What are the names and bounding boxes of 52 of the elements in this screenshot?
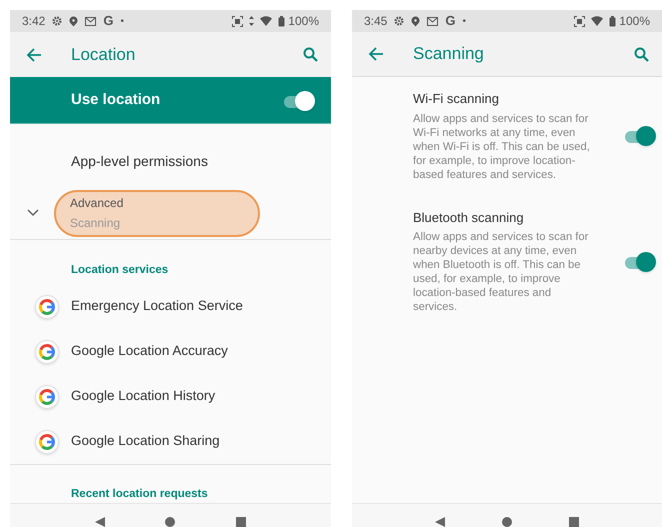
gear-icon	[394, 16, 404, 26]
search-icon[interactable]	[634, 46, 649, 62]
settings-row[interactable]: App-level permissions	[10, 135, 331, 187]
status-letter: G	[445, 12, 456, 30]
recents-square-icon[interactable]	[568, 517, 579, 527]
battery-icon	[609, 16, 616, 26]
master-switch-bar[interactable]: Use location	[10, 77, 331, 124]
service-row[interactable]: Emergency Location Service	[10, 284, 331, 329]
google-logo-icon	[35, 430, 59, 454]
status-dot: •	[120, 14, 124, 28]
service-row[interactable]: Google Location Accuracy	[10, 329, 331, 374]
settings-row[interactable]: Wi-Fi scanning Allow apps and services to scan for Wi-Fi networks at any time, even when Wi-Fi is off. This can be used, for example, to improve location-based features and services.	[352, 89, 662, 182]
master-switch-label: Use location	[71, 90, 160, 110]
battery-percent: 100%	[619, 13, 650, 30]
home-circle-icon[interactable]	[502, 517, 512, 527]
back-arrow-icon[interactable]	[26, 48, 42, 62]
sync-arrows-icon	[249, 16, 254, 26]
mail-icon	[427, 16, 438, 26]
battery-icon	[278, 16, 286, 26]
wifi-icon	[591, 16, 604, 26]
screen-title: Location	[71, 44, 136, 66]
scan-icon	[232, 16, 244, 26]
recents-square-icon[interactable]	[236, 517, 246, 527]
setting-description: Allow apps and services to scan for nearby devices at any time, even when Bluetooth is off. This can be used, for example, to improve location-based features and services.	[413, 230, 590, 314]
status-time: 3:45	[364, 13, 388, 30]
service-row[interactable]: Google Location Sharing	[10, 419, 331, 464]
settings-row[interactable]: Bluetooth scanning Allow apps and services to scan for nearby devices at any time, even when Bluetooth is off. This can be used, for example, to improve location-based features and services.	[352, 208, 662, 314]
setting-description: Allow apps and services to scan for Wi-Fi networks at any time, even when Wi-Fi is off. This can be used, for example, to improve location-based features and services.	[413, 112, 591, 182]
home-circle-icon[interactable]	[165, 517, 176, 527]
mail-icon	[85, 16, 96, 26]
advanced-row[interactable]: Advanced Scanning	[54, 190, 260, 236]
setting-title: Bluetooth scanning	[413, 208, 525, 227]
scan-icon	[574, 16, 586, 26]
status-time: 3:42	[22, 13, 46, 30]
section-header: Recent location requests	[71, 487, 209, 502]
setting-title: Wi-Fi scanning	[413, 90, 500, 108]
screen-title: Scanning	[413, 43, 484, 66]
section-header: Location services	[71, 263, 170, 278]
back-arrow-icon[interactable]	[368, 47, 384, 61]
battery-percent: 100%	[288, 13, 319, 30]
back-triangle-icon[interactable]	[435, 517, 446, 527]
service-row[interactable]: Google Location History	[10, 374, 331, 419]
chevron-down-icon[interactable]	[27, 209, 39, 217]
back-triangle-icon[interactable]	[95, 517, 106, 527]
status-dot: •	[462, 14, 466, 28]
search-icon[interactable]	[303, 47, 318, 62]
status-letter: G	[103, 12, 114, 30]
gear-icon	[52, 16, 62, 26]
wifi-icon	[260, 16, 272, 26]
google-logo-icon	[35, 384, 59, 408]
google-logo-icon	[35, 294, 59, 318]
google-logo-icon	[35, 340, 59, 364]
